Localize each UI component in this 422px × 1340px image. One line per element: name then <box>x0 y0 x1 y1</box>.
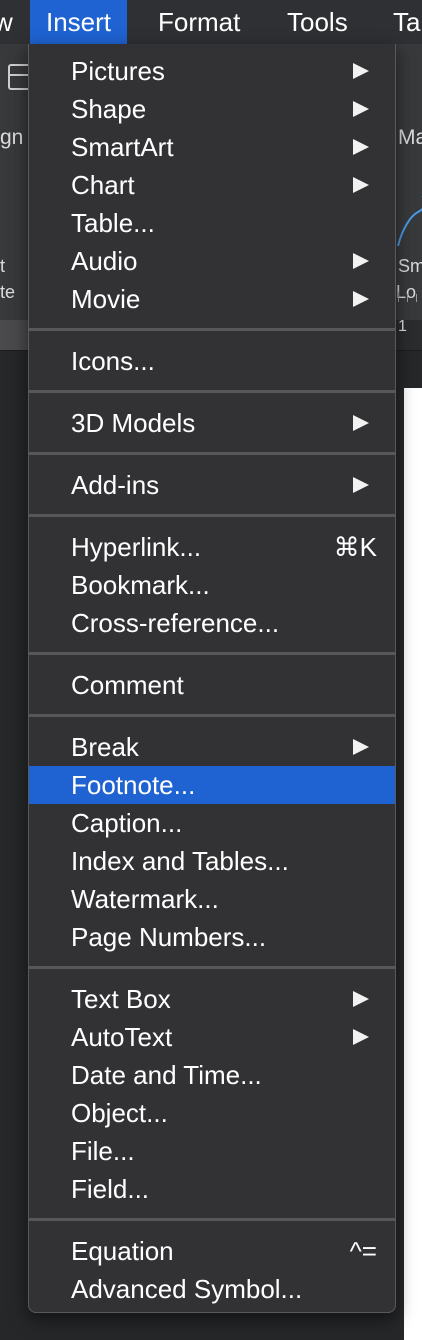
menu-separator <box>29 1218 395 1221</box>
keyboard-shortcut: ⌘K <box>333 532 377 562</box>
menu-table[interactable]: Ta <box>393 0 420 44</box>
submenu-arrow-icon <box>353 415 369 431</box>
menu-item-autotext[interactable]: AutoText <box>29 1018 395 1056</box>
menu-item-footnote[interactable]: Footnote... <box>29 766 395 804</box>
submenu-arrow-icon <box>353 253 369 269</box>
menu-item-add-ins[interactable]: Add-ins <box>29 466 395 504</box>
menu-item-text-box[interactable]: Text Box <box>29 980 395 1018</box>
menu-item-label: Audio <box>71 246 138 276</box>
menu-item-bookmark[interactable]: Bookmark... <box>29 566 395 604</box>
submenu-arrow-icon <box>353 477 369 493</box>
menu-item-label: Chart <box>71 170 135 200</box>
menu-item-field[interactable]: Field... <box>29 1170 395 1208</box>
menu-item-chart[interactable]: Chart <box>29 166 395 204</box>
menu-item-label: Text Box <box>71 984 171 1014</box>
menu-item-label: Cross-reference... <box>71 608 280 638</box>
menu-item-watermark[interactable]: Watermark... <box>29 880 395 918</box>
menu-item-equation[interactable]: Equation ^= <box>29 1232 395 1270</box>
submenu-arrow-icon <box>353 1029 369 1045</box>
menu-item-pictures[interactable]: Pictures <box>29 52 395 90</box>
menu-item-label: Field... <box>71 1174 150 1204</box>
menu-item-smartart[interactable]: SmartArt <box>29 128 395 166</box>
submenu-arrow-icon <box>353 139 369 155</box>
menu-item-label: Watermark... <box>71 884 219 914</box>
menu-item-page-numbers[interactable]: Page Numbers... <box>29 918 395 956</box>
submenu-arrow-icon <box>353 991 369 1007</box>
submenu-arrow-icon <box>353 177 369 193</box>
smart-lookup-label-partial[interactable]: Sm <box>398 256 422 277</box>
submenu-arrow-icon <box>353 63 369 79</box>
menu-item-caption[interactable]: Caption... <box>29 804 395 842</box>
menu-item-comment[interactable]: Comment <box>29 666 395 704</box>
menu-item-3d-models[interactable]: 3D Models <box>29 404 395 442</box>
menu-view[interactable]: w <box>0 0 13 44</box>
menu-item-cross-reference[interactable]: Cross-reference... <box>29 604 395 642</box>
menu-format[interactable]: Format <box>158 0 240 44</box>
menu-item-label: Add-ins <box>71 470 160 500</box>
menu-item-advanced-symbol[interactable]: Advanced Symbol... <box>29 1270 395 1308</box>
menu-item-label: Bookmark... <box>71 570 210 600</box>
menu-item-label: 3D Models <box>71 408 196 438</box>
menu-item-label: AutoText <box>71 1022 173 1052</box>
menu-separator <box>29 714 395 717</box>
submenu-arrow-icon <box>353 739 369 755</box>
menu-item-shape[interactable]: Shape <box>29 90 395 128</box>
menu-separator <box>29 514 395 517</box>
menu-item-label: Page Numbers... <box>71 922 267 952</box>
menu-item-hyperlink[interactable]: Hyperlink... ⌘K <box>29 528 395 566</box>
ribbon-tab-design-partial[interactable]: gn <box>0 126 23 150</box>
menu-separator <box>29 390 395 393</box>
menu-item-icons[interactable]: Icons... <box>29 342 395 380</box>
menu-item-label: Caption... <box>71 808 183 838</box>
document-page[interactable] <box>404 388 422 1340</box>
menu-item-label: Advanced Symbol... <box>71 1274 303 1304</box>
menu-separator <box>29 328 395 331</box>
menu-separator <box>29 966 395 969</box>
menu-tools[interactable]: Tools <box>287 0 348 44</box>
insert-menu: Pictures Shape SmartArt Chart Table... Audio M… <box>28 44 396 1313</box>
menu-item-date-and-time[interactable]: Date and Time... <box>29 1056 395 1094</box>
ruler-ticks <box>398 292 422 302</box>
menu-item-label: SmartArt <box>71 132 174 162</box>
menu-item-index-and-tables[interactable]: Index and Tables... <box>29 842 395 880</box>
ribbon-label-partial: te <box>0 282 16 302</box>
menu-separator <box>29 652 395 655</box>
menu-item-label: Comment <box>71 670 184 700</box>
menu-item-break[interactable]: Break <box>29 728 395 766</box>
menu-item-label: Break <box>71 732 139 762</box>
menu-item-label: Equation <box>71 1236 174 1266</box>
menu-item-label: Hyperlink... <box>71 532 202 562</box>
menu-item-label: Pictures <box>71 56 165 86</box>
ruler-number: 1 <box>398 318 407 335</box>
menu-item-label: Object... <box>71 1098 168 1128</box>
menu-item-label: Movie <box>71 284 141 314</box>
ribbon-label-partial: t <box>0 256 6 276</box>
submenu-arrow-icon <box>353 101 369 117</box>
menu-item-label: Index and Tables... <box>71 846 289 876</box>
menu-insert[interactable]: Insert <box>30 0 128 44</box>
menubar: w Insert Format Tools Ta <box>0 0 422 44</box>
menu-item-table[interactable]: Table... <box>29 204 395 242</box>
menu-item-label: Table... <box>71 208 155 238</box>
menu-item-label: Footnote... <box>71 770 196 800</box>
keyboard-shortcut: ^= <box>349 1236 377 1266</box>
menu-item-object[interactable]: Object... <box>29 1094 395 1132</box>
smart-lookup-icon[interactable] <box>396 190 422 250</box>
menu-item-label: Icons... <box>71 346 155 376</box>
menu-item-label: Shape <box>71 94 147 124</box>
menu-item-label: Date and Time... <box>71 1060 262 1090</box>
menu-item-audio[interactable]: Audio <box>29 242 395 280</box>
menu-item-movie[interactable]: Movie <box>29 280 395 318</box>
menu-item-label: File... <box>71 1136 135 1166</box>
menu-item-file[interactable]: File... <box>29 1132 395 1170</box>
ribbon-tab-mailings-partial[interactable]: Ma <box>398 126 422 150</box>
menu-separator <box>29 452 395 455</box>
submenu-arrow-icon <box>353 291 369 307</box>
